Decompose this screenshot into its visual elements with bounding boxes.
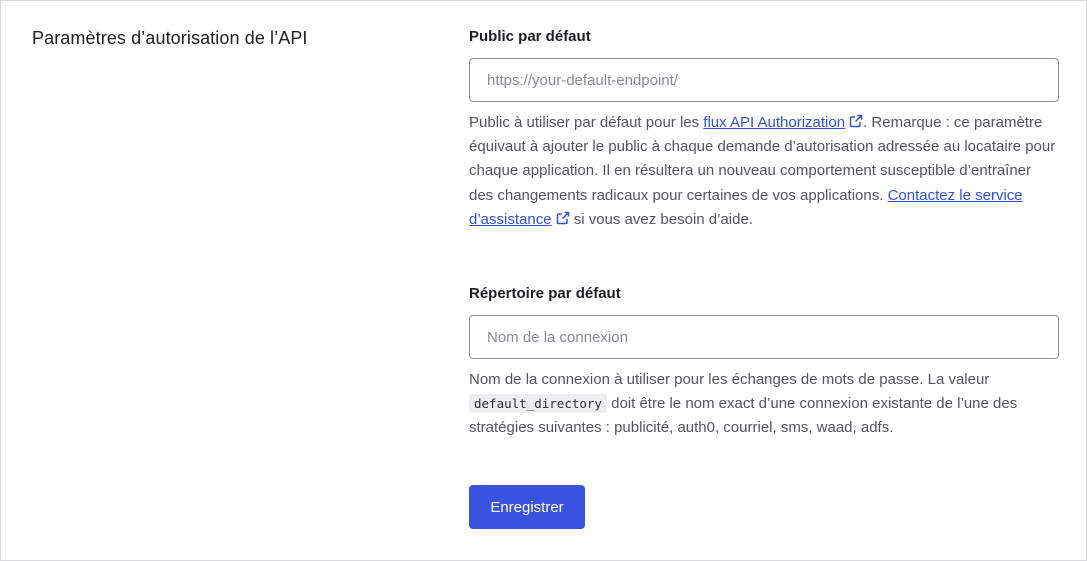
section-title: Paramètres d’autorisation de l’API — [32, 28, 308, 48]
audience-help-text-1: Public à utiliser par défaut pour les — [469, 114, 704, 131]
default-directory-help: Nom de la connexion à utiliser pour les … — [469, 368, 1059, 441]
save-button[interactable]: Enregistrer — [469, 485, 585, 529]
external-link-icon — [849, 114, 863, 128]
external-link-icon — [556, 211, 569, 225]
api-authorization-flow-link[interactable]: flux API Authorization — [703, 114, 863, 131]
directory-help-text-1: Nom de la connexion à utiliser pour les … — [469, 371, 990, 388]
audience-help-text-3: si vous avez besoin d’aide. — [569, 210, 753, 228]
api-authorization-settings-panel: Paramètres d’autorisation de l’API Publi… — [0, 0, 1087, 561]
default-audience-help: Public à utiliser par défaut pour les fl… — [469, 111, 1059, 232]
default-directory-input[interactable] — [469, 315, 1059, 359]
default-directory-label: Répertoire par défaut — [469, 285, 621, 302]
api-authorization-flow-link-text: flux API Authorization — [703, 114, 846, 131]
default-audience-input[interactable] — [469, 58, 1059, 102]
default-audience-label: Public par défaut — [469, 28, 591, 45]
default-directory-code: default_directory — [469, 394, 607, 414]
